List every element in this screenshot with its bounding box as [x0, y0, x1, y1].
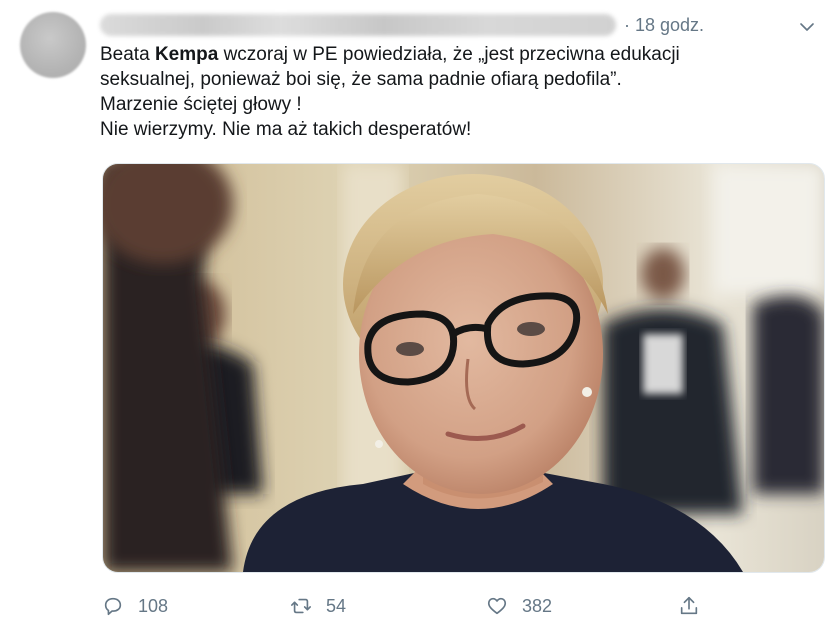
reply-count: 108	[138, 596, 169, 616]
tweet-text-bold-name: Kempa	[154, 44, 219, 65]
retweet-icon	[291, 598, 311, 614]
share-icon	[680, 596, 698, 615]
tweet-header: · 18 godz.	[100, 10, 830, 40]
chevron-down-icon[interactable]	[798, 18, 816, 36]
tweet-text: Beata Kempa wczoraj w PE powiedziała, że…	[100, 42, 800, 142]
retweet-count: 54	[326, 596, 347, 616]
tweet-text-line-3: Marzenie ściętej głowy !	[100, 94, 302, 115]
tweet-text-line-4: Nie wierzymy. Nie ma aż takich desperató…	[100, 119, 472, 140]
tweet-timestamp[interactable]: · 18 godz.	[624, 14, 704, 36]
reply-icon	[104, 597, 122, 616]
retweet-button[interactable]: 54	[290, 590, 346, 622]
reply-button[interactable]: 108	[102, 590, 168, 622]
share-button[interactable]	[678, 590, 714, 622]
tweet-actions: 108 54 382	[100, 590, 820, 622]
tweet-text-line-1: Beata Kempa wczoraj w PE powiedziała, że…	[100, 42, 800, 67]
tweet-text-fragment: wczoraj w PE powiedziała, że „jest przec…	[218, 44, 680, 65]
avatar[interactable]	[20, 12, 86, 78]
photo-woman-glasses	[103, 164, 824, 572]
blurred-author-name[interactable]	[100, 14, 616, 36]
tweet-text-fragment: Beata	[100, 44, 155, 65]
tweet-photo[interactable]	[102, 163, 825, 573]
tweet-text-line-2: seksualnej, ponieważ boi się, że sama pa…	[100, 69, 622, 90]
heart-icon	[487, 597, 507, 615]
like-button[interactable]: 382	[486, 590, 552, 622]
like-count: 382	[522, 596, 553, 616]
